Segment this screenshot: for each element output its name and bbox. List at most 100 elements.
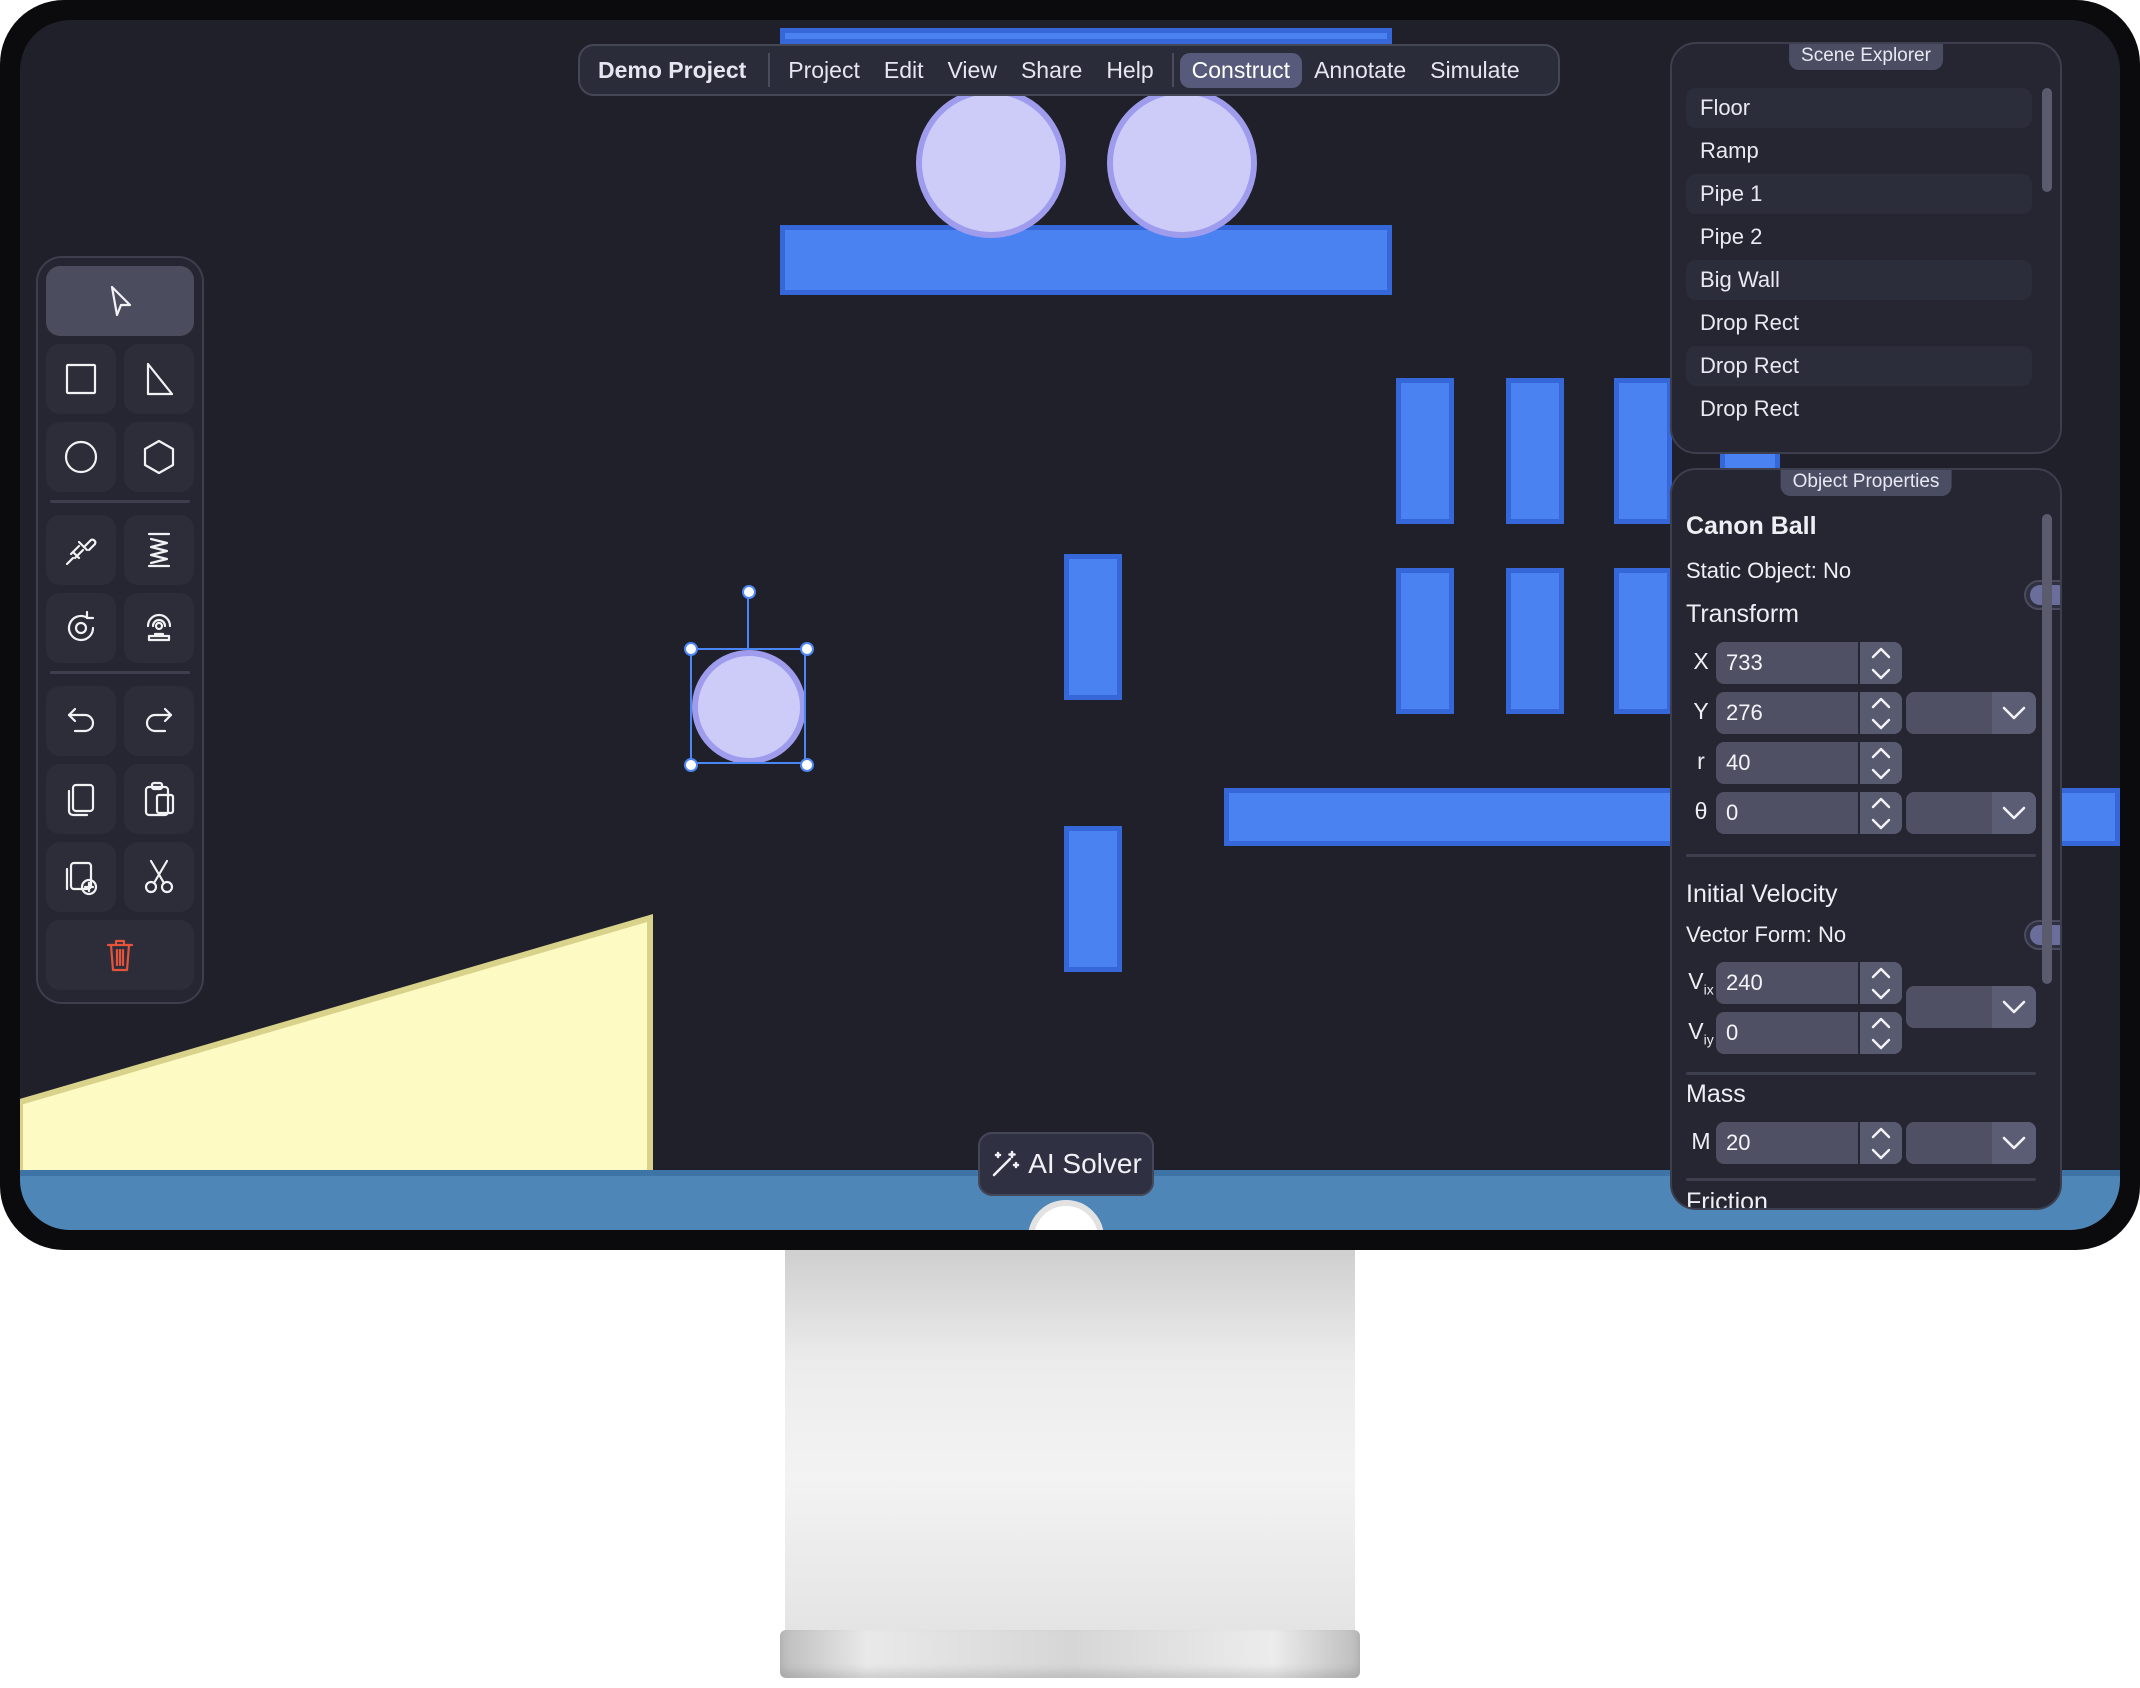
monitor-bezel: Demo Project Project Edit View Share Hel… [0,0,2140,1250]
x-label: X [1693,648,1709,674]
y-input[interactable]: 276 [1716,692,1858,734]
copy-button[interactable] [46,764,116,834]
theta-stepper[interactable] [1860,792,1902,834]
section-divider [1686,1178,2036,1181]
mode-construct[interactable]: Construct [1179,52,1303,88]
select-tool-button[interactable] [46,266,194,336]
transform-heading: Transform [1686,600,1799,628]
velocity-unit-select[interactable] [1906,986,2036,1028]
scene-explorer-scrollbar[interactable] [2042,88,2052,192]
vix-stepper[interactable] [1860,962,1902,1004]
monitor-stand-neck [785,1250,1355,1630]
chevron-up-icon [1871,967,1891,978]
menu-separator [768,53,771,87]
pipe-2[interactable] [1064,826,1122,972]
ball-top-right[interactable] [1107,88,1257,238]
triangle-tool-button[interactable] [124,344,194,414]
scissors-icon [144,859,174,894]
circle-tool-button[interactable] [46,422,116,492]
resize-handle-br[interactable] [800,758,814,772]
menu-edit[interactable]: Edit [872,53,936,88]
chevron-up-icon [1871,797,1891,808]
vix-input[interactable]: 240 [1716,962,1858,1004]
menu-project[interactable]: Project [776,53,872,88]
drop-rect[interactable] [1506,378,1564,524]
viy-stepper[interactable] [1860,1012,1902,1054]
pipe-1[interactable] [1064,554,1122,700]
menu-help[interactable]: Help [1094,53,1165,88]
rotation-handle[interactable] [742,585,756,599]
resize-handle-tl[interactable] [684,642,698,656]
scene-item-drop-rect[interactable]: Drop Rect [1686,389,2032,429]
menu-share[interactable]: Share [1009,53,1094,88]
mass-unit-select[interactable] [1906,1122,2036,1164]
scene-item-floor[interactable]: Floor [1686,88,2032,128]
big-wall-platform[interactable] [780,225,1392,295]
theta-field: θ 0 [1686,792,1906,834]
scene-explorer-panel: Scene Explorer Floor Ramp Pipe 1 Pipe 2 … [1670,42,2062,454]
object-properties-scrollbar[interactable] [2042,514,2052,984]
monitor-stand-foot [780,1630,1360,1678]
cut-button[interactable] [124,842,194,912]
rope-tool-button[interactable] [46,515,116,585]
x-input[interactable]: 733 [1716,642,1858,684]
chevron-down-icon [2002,1000,2026,1014]
scene-item-drop-rect[interactable]: Drop Rect [1686,303,2032,343]
resize-handle-bl[interactable] [684,758,698,772]
chevron-down-icon [2002,1136,2026,1150]
duplicate-button[interactable] [46,842,116,912]
theta-input[interactable]: 0 [1716,792,1858,834]
mass-input[interactable]: 20 [1716,1122,1858,1164]
viy-label: Viy [1688,1018,1714,1048]
chevron-down-icon [1871,668,1891,679]
drop-rect[interactable] [1506,568,1564,714]
undo-button[interactable] [46,686,116,756]
rectangle-tool-button[interactable] [46,344,116,414]
ai-solver-button[interactable]: AI Solver [978,1132,1154,1196]
mass-stepper[interactable] [1860,1122,1902,1164]
mode-annotate[interactable]: Annotate [1302,53,1418,88]
duplicate-plus-icon [65,861,98,896]
scene-item-pipe-2[interactable]: Pipe 2 [1686,217,2032,257]
drop-rect[interactable] [1614,378,1672,524]
object-properties-title: Object Properties [1780,470,1952,496]
resize-handle-tr[interactable] [800,642,814,656]
delete-button[interactable] [46,920,194,990]
viy-input[interactable]: 0 [1716,1012,1858,1054]
x-stepper[interactable] [1860,642,1902,684]
undo-icon [67,707,95,733]
drop-rect[interactable] [1396,378,1454,524]
mode-simulate[interactable]: Simulate [1418,53,1531,88]
scene-item-pipe-1[interactable]: Pipe 1 [1686,174,2032,214]
menu-view[interactable]: View [936,53,1009,88]
polygon-tool-button[interactable] [124,422,194,492]
chevron-down-icon [1871,768,1891,779]
section-divider [1686,1072,2036,1075]
chevron-down-icon [1871,1148,1891,1159]
hexagon-icon [143,439,175,475]
scene-item-big-wall[interactable]: Big Wall [1686,260,2032,300]
friction-heading: Friction [1686,1188,1768,1210]
y-stepper[interactable] [1860,692,1902,734]
chevron-up-icon [1871,647,1891,658]
paste-button[interactable] [124,764,194,834]
redo-button[interactable] [124,686,194,756]
rotate-target-icon [67,610,95,642]
r-stepper[interactable] [1860,742,1902,784]
chevron-down-icon [1871,718,1891,729]
sensor-tool-button[interactable] [124,593,194,663]
project-title[interactable]: Demo Project [590,57,762,84]
rotation-tool-button[interactable] [46,593,116,663]
scene-item-ramp[interactable]: Ramp [1686,131,2032,171]
top-beam[interactable] [780,28,1392,44]
spring-tool-button[interactable] [124,515,194,585]
vector-form-label: Vector Form: No [1686,922,1847,947]
scene-item-drop-rect[interactable]: Drop Rect [1686,346,2032,386]
ball-top-left[interactable] [916,88,1066,238]
drop-rect[interactable] [1614,568,1672,714]
position-unit-select[interactable] [1906,692,2036,734]
chevron-up-icon [1871,1127,1891,1138]
angle-unit-select[interactable] [1906,792,2036,834]
r-input[interactable]: 40 [1716,742,1858,784]
drop-rect[interactable] [1396,568,1454,714]
